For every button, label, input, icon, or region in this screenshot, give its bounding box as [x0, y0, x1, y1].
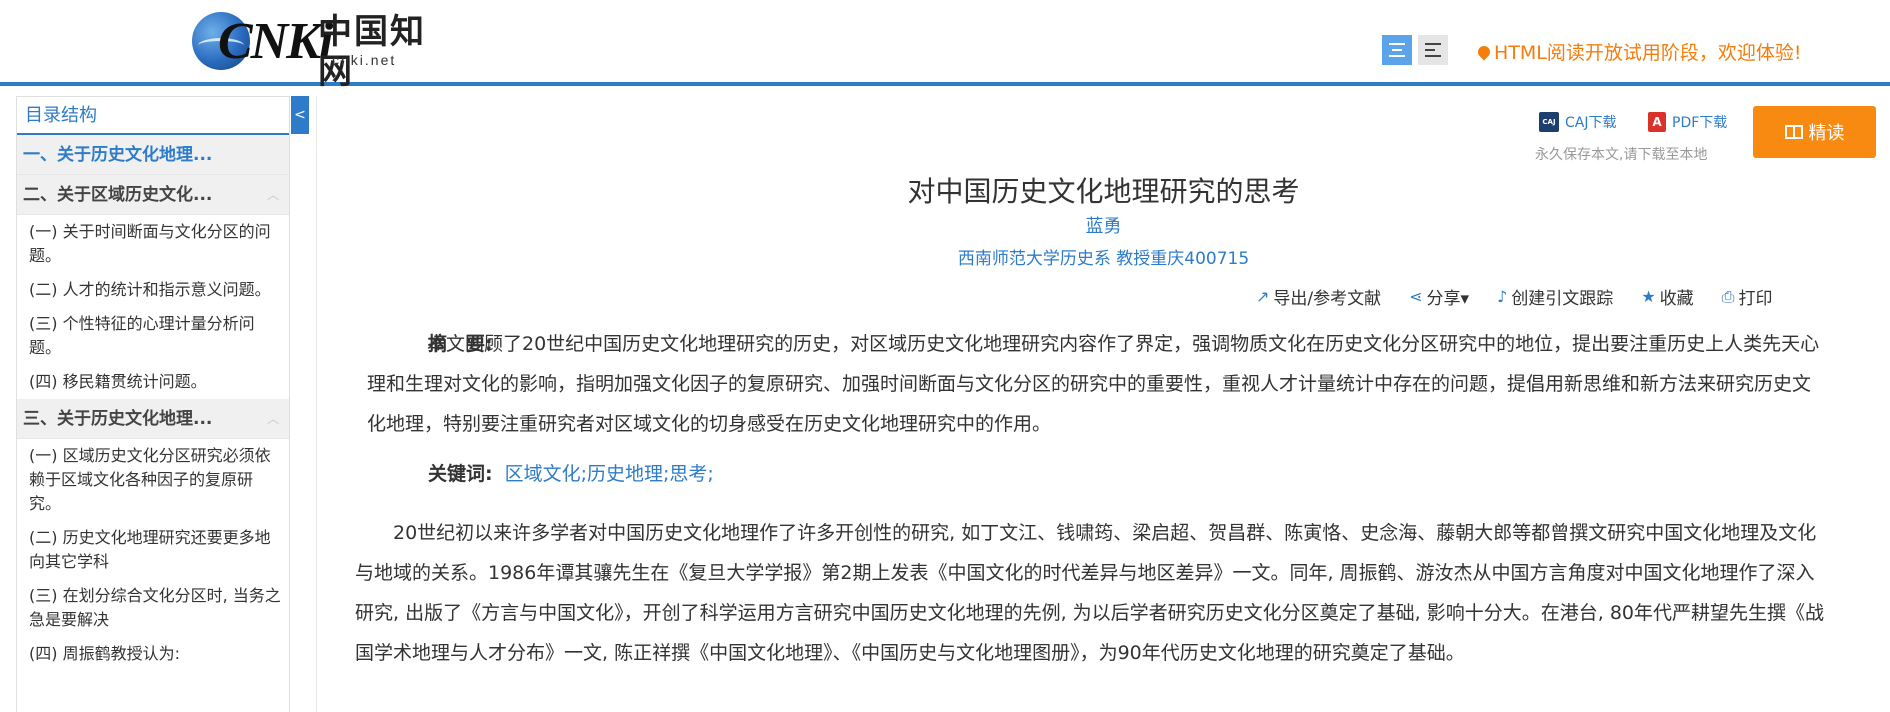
close-reading-button[interactable]: 精读: [1753, 106, 1876, 158]
print-icon: ⎙: [1721, 286, 1735, 306]
logo-brand: CNKi: [218, 13, 333, 70]
share-button[interactable]: ⋖ 分享▾: [1409, 284, 1469, 309]
export-label: 导出/参考文献: [1273, 289, 1382, 309]
location-pin-icon: [1475, 43, 1493, 60]
toc-item[interactable]: (二) 人才的统计和指示意义问题。: [17, 273, 289, 307]
centered-view-button[interactable]: [1382, 35, 1412, 65]
toc-section-3[interactable]: 三、关于历史文化地理... ︿: [17, 399, 289, 439]
chevron-up-icon[interactable]: ︿: [267, 399, 279, 439]
align-left-icon: [1425, 43, 1441, 57]
toc-title: 目录结构: [17, 97, 289, 135]
affiliation-link[interactable]: 西南师范大学历史系 教授重庆400715: [0, 244, 1890, 269]
favorite-label: 收藏: [1659, 289, 1694, 309]
author-link[interactable]: 蓝勇: [0, 212, 1890, 238]
keyword-link[interactable]: 历史地理;: [587, 454, 669, 494]
keywords-row: 关键词: 区域文化; 历史地理; 思考;: [428, 454, 714, 494]
caj-download-label: CAJ下载: [1565, 115, 1617, 131]
toc-section-label: 二、关于区域历史文化...: [23, 185, 213, 205]
citation-tracking-label: 创建引文跟踪: [1511, 289, 1614, 309]
caj-icon: CAJ: [1539, 112, 1559, 132]
pdf-icon: A: [1648, 112, 1666, 132]
left-view-button[interactable]: [1418, 35, 1448, 65]
toc-item[interactable]: (一) 区域历史文化分区研究必须依赖于区域文化各种因子的复原研究。: [17, 439, 289, 521]
keyword-link[interactable]: 区域文化;: [505, 454, 587, 494]
share-label: 分享▾: [1426, 289, 1470, 309]
logo-domain: cnki.net: [332, 52, 397, 68]
toc-sidebar: 目录结构 一、关于历史文化地理... 二、关于区域历史文化... ︿ (一) 关…: [16, 96, 290, 712]
chevron-left-icon: <: [294, 107, 306, 123]
article-title: 对中国历史文化地理研究的思考: [907, 175, 1300, 208]
print-button[interactable]: ⎙ 打印: [1721, 284, 1773, 310]
toc-item[interactable]: (三) 在划分综合文化分区时, 当务之急是要解决: [17, 579, 289, 637]
abstract-text: 本文回顾了20世纪中国历史文化地理研究的历史，对区域历史文化地理研究内容作了界定…: [367, 333, 1820, 435]
cnki-logo[interactable]: CNKi 中国知网 cnki.net: [192, 6, 452, 92]
toc-section-1[interactable]: 一、关于历史文化地理...: [17, 135, 289, 175]
toc-item[interactable]: (二) 历史文化地理研究还要更多地向其它学科: [17, 521, 289, 579]
toc-section-label: 三、关于历史文化地理...: [23, 409, 213, 429]
share-icon: ⋖: [1409, 287, 1423, 306]
favorite-button[interactable]: ★ 收藏: [1641, 284, 1693, 309]
body-paragraph: 20世纪初以来许多学者对中国历史文化地理作了许多开创性的研究, 如丁文江、钱啸筠…: [355, 522, 1824, 664]
chevron-up-icon[interactable]: ︿: [267, 175, 279, 215]
citation-tracking-button[interactable]: ♪ 创建引文跟踪: [1497, 284, 1613, 309]
toc-item[interactable]: (四) 移民籍贯统计问题。: [17, 365, 289, 399]
close-reading-label: 精读: [1808, 123, 1845, 144]
trial-notice: HTML阅读开放试用阶段，欢迎体验!: [1475, 38, 1802, 65]
print-label: 打印: [1738, 289, 1773, 309]
toc-section-2[interactable]: 二、关于区域历史文化... ︿: [17, 175, 289, 215]
pdf-download-link[interactable]: A PDF下载: [1648, 112, 1727, 132]
keywords-label: 关键词:: [428, 463, 493, 485]
toc-item[interactable]: (三) 个性特征的心理计量分析问题。: [17, 307, 289, 365]
sidebar-collapse-button[interactable]: <: [291, 96, 309, 134]
save-note: 永久保存本文,请下载至本地: [1535, 147, 1708, 163]
pdf-download-label: PDF下载: [1672, 115, 1728, 131]
export-icon: ↗: [1256, 287, 1270, 306]
caj-download-link[interactable]: CAJ CAJ下载: [1539, 112, 1616, 132]
align-center-icon: [1389, 43, 1405, 57]
article-toolbar: ↗ 导出/参考文献 ⋖ 分享▾ ♪ 创建引文跟踪 ★ 收藏 ⎙ 打印: [1256, 284, 1800, 310]
star-icon: ★: [1641, 287, 1656, 306]
top-header: CNKi 中国知网 cnki.net HTML阅读开放试用阶段，欢迎体验!: [0, 0, 1890, 92]
toc-section-label: 一、关于历史文化地理...: [23, 145, 213, 165]
export-button[interactable]: ↗ 导出/参考文献: [1256, 284, 1381, 309]
bell-icon: ♪: [1497, 287, 1508, 306]
toc-item[interactable]: (四) 周振鹤教授认为:: [17, 637, 289, 671]
book-icon: [1784, 125, 1803, 139]
trial-notice-text: HTML阅读开放试用阶段，欢迎体验!: [1494, 42, 1802, 64]
keyword-link[interactable]: 思考;: [669, 454, 713, 494]
